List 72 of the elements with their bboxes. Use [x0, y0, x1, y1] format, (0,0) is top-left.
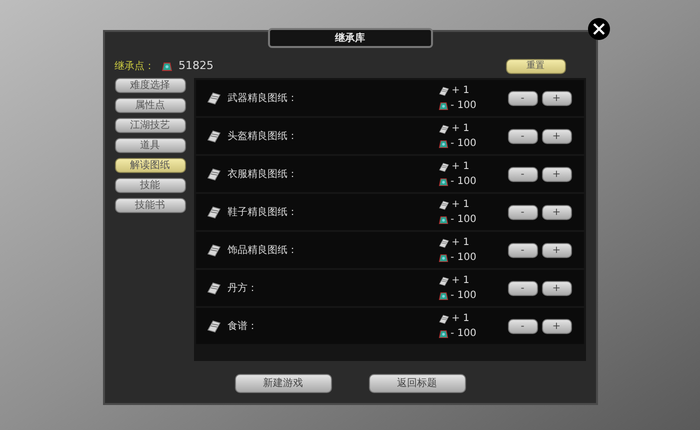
gain-text: + 1	[452, 160, 470, 174]
sidebar-tab[interactable]: 技能	[114, 178, 186, 193]
close-icon	[592, 22, 606, 36]
plus-button[interactable]: +	[542, 280, 572, 296]
plus-button[interactable]: +	[542, 128, 572, 144]
item-name: 武器精良图纸：	[228, 92, 298, 106]
pouch-icon	[438, 138, 448, 149]
minus-button[interactable]: -	[508, 280, 538, 296]
cost-text: - 100	[450, 213, 476, 227]
cost-text: - 100	[450, 99, 476, 113]
item-name: 头盔精良图纸：	[228, 130, 298, 144]
minus-button[interactable]: -	[508, 128, 538, 144]
pouch-icon	[160, 60, 172, 72]
gain-text: + 1	[452, 312, 470, 326]
item-name: 食谱：	[228, 320, 258, 334]
pouch-icon	[438, 214, 448, 225]
plus-button[interactable]: +	[542, 90, 572, 106]
gain-text: + 1	[452, 236, 470, 250]
gain-text: + 1	[452, 122, 470, 136]
minus-button[interactable]: -	[508, 90, 538, 106]
scroll-icon	[206, 318, 222, 334]
item-name: 鞋子精良图纸：	[228, 206, 298, 220]
scroll-icon	[206, 90, 222, 106]
pouch-icon	[438, 100, 448, 111]
scroll-icon	[206, 242, 222, 258]
scroll-icon	[206, 280, 222, 296]
footer-button[interactable]: 返回标题	[368, 374, 466, 393]
item-name: 饰品精良图纸：	[228, 244, 298, 258]
plus-button[interactable]: +	[542, 242, 572, 258]
scroll-icon	[206, 166, 222, 182]
pouch-icon	[438, 176, 448, 187]
cost-text: - 100	[450, 289, 476, 303]
points-label: 继承点：	[114, 60, 154, 74]
footer-button[interactable]: 新建游戏	[234, 374, 332, 393]
close-button[interactable]	[588, 18, 610, 40]
scroll-icon	[438, 122, 450, 134]
sidebar-tab[interactable]: 属性点	[114, 98, 186, 113]
minus-button[interactable]: -	[508, 166, 538, 182]
minus-button[interactable]: -	[508, 204, 538, 220]
item-name: 丹方：	[228, 282, 258, 296]
reset-button[interactable]: 重置	[506, 58, 566, 74]
scroll-icon	[438, 198, 450, 210]
points-value: 51825	[178, 58, 214, 74]
scroll-icon	[438, 236, 450, 248]
sidebar-tab[interactable]: 技能书	[114, 198, 186, 213]
pouch-icon	[438, 290, 448, 301]
scroll-icon	[438, 274, 450, 286]
gain-text: + 1	[452, 274, 470, 288]
scroll-icon	[438, 84, 450, 96]
sidebar-tab[interactable]: 难度选择	[114, 78, 186, 93]
scroll-icon	[438, 160, 450, 172]
scroll-icon	[206, 128, 222, 144]
sidebar-tab[interactable]: 道具	[114, 138, 186, 153]
minus-button[interactable]: -	[508, 242, 538, 258]
cost-text: - 100	[450, 137, 476, 151]
pouch-icon	[438, 252, 448, 263]
minus-button[interactable]: -	[508, 318, 538, 334]
window-title: 继承库	[268, 28, 432, 48]
gain-text: + 1	[452, 198, 470, 212]
cost-text: - 100	[450, 327, 476, 341]
plus-button[interactable]: +	[542, 318, 572, 334]
cost-text: - 100	[450, 251, 476, 265]
item-name: 衣服精良图纸：	[228, 168, 298, 182]
pouch-icon	[438, 328, 448, 339]
plus-button[interactable]: +	[542, 204, 572, 220]
scroll-icon	[206, 204, 222, 220]
cost-text: - 100	[450, 175, 476, 189]
sidebar-tab[interactable]: 解读图纸	[114, 158, 186, 173]
scroll-icon	[438, 312, 450, 324]
sidebar-tab[interactable]: 江湖技艺	[114, 118, 186, 133]
gain-text: + 1	[452, 84, 470, 98]
plus-button[interactable]: +	[542, 166, 572, 182]
